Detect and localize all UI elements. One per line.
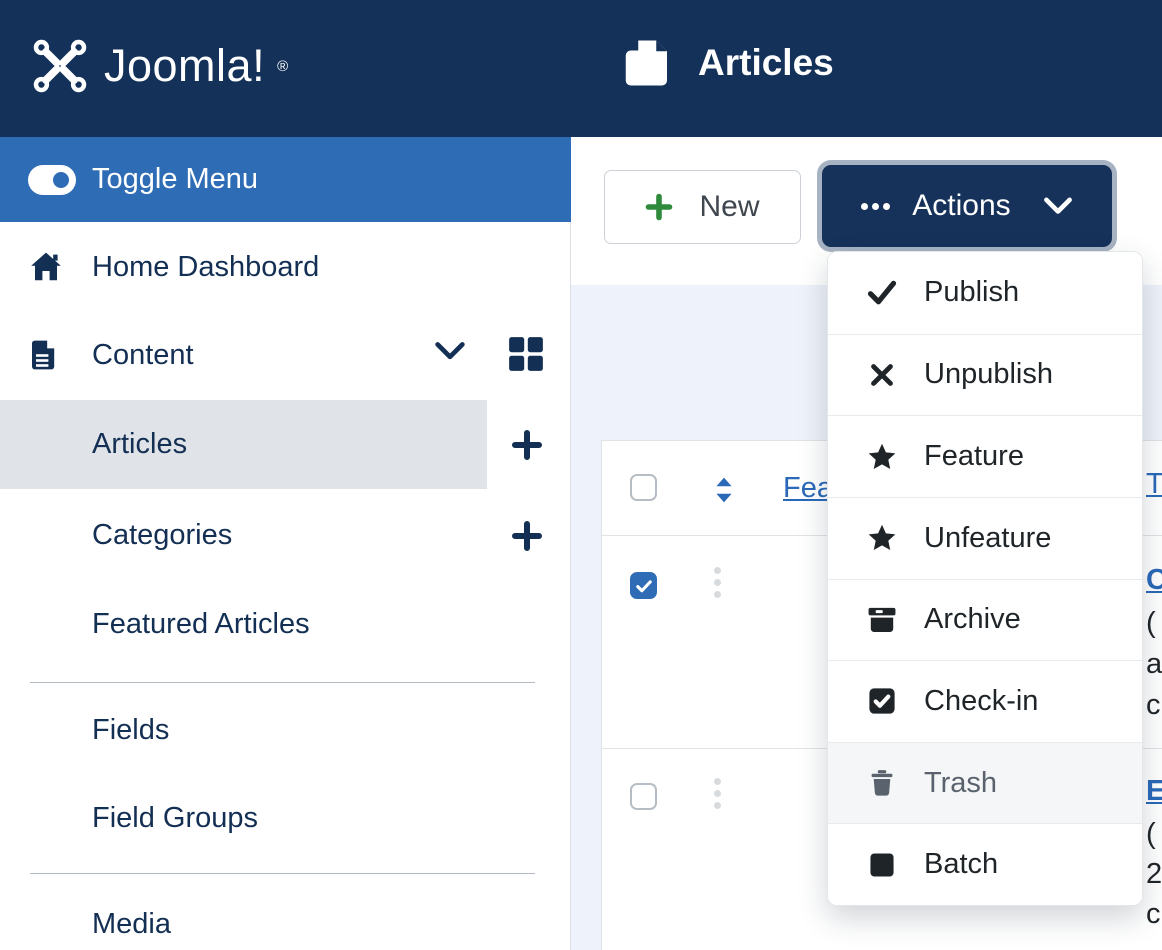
chevron-down-icon[interactable]: [434, 340, 466, 362]
sidebar-item-label: Media: [92, 907, 171, 940]
home-icon: [28, 251, 64, 283]
sidebar-divider: [30, 682, 535, 683]
toggle-menu-button[interactable]: Toggle Menu: [0, 137, 571, 222]
article-meta-fragment: c: [1146, 689, 1161, 721]
articles-copy-icon: [622, 38, 672, 88]
sidebar-item-articles[interactable]: Articles: [0, 400, 571, 488]
drag-handle[interactable]: [714, 567, 721, 598]
menu-item-unpublish[interactable]: Unpublish: [828, 333, 1142, 416]
chevron-down-icon: [1043, 196, 1073, 216]
column-header-featured[interactable]: Fea: [783, 472, 833, 505]
menu-item-archive[interactable]: Archive: [828, 578, 1142, 661]
star-icon: [866, 523, 898, 553]
x-icon: [866, 362, 898, 388]
ellipsis-icon: [861, 202, 891, 210]
sidebar-item-media[interactable]: Media: [0, 880, 571, 950]
add-category-plus-icon[interactable]: [511, 520, 543, 552]
sidebar-item-label: Featured Articles: [92, 607, 310, 640]
toggle-menu-label: Toggle Menu: [92, 163, 259, 195]
actions-button-label: Actions: [912, 189, 1011, 222]
sidebar-item-label: Articles: [92, 427, 188, 460]
add-article-plus-icon[interactable]: [511, 429, 543, 461]
menu-item-trash[interactable]: Trash: [828, 741, 1142, 824]
row-checkbox[interactable]: [630, 572, 657, 599]
sidebar-item-featured-articles[interactable]: Featured Articles: [0, 580, 571, 668]
article-meta-fragment: a: [1146, 648, 1162, 680]
star-icon: [866, 442, 898, 472]
sidebar-item-label: Categories: [92, 518, 233, 551]
column-header-title[interactable]: T: [1146, 468, 1162, 501]
brand-name: Joomla!: [104, 40, 266, 91]
actions-button[interactable]: Actions: [822, 165, 1112, 247]
article-meta-fragment: (: [1146, 818, 1156, 850]
toggle-switch-icon: [28, 165, 76, 195]
sidebar-item-field-groups[interactable]: Field Groups: [0, 774, 571, 862]
sidebar-item-fields[interactable]: Fields: [0, 686, 571, 774]
sidebar-item-label: Content: [92, 338, 194, 371]
sidebar-divider: [30, 873, 535, 874]
joomla-logo-icon: [28, 34, 92, 98]
trash-icon: [866, 768, 898, 798]
row-checkbox[interactable]: [630, 783, 657, 810]
article-title-link[interactable]: C: [1146, 564, 1162, 597]
sidebar-item-content[interactable]: Content: [0, 311, 571, 399]
sidebar-item-home-dashboard[interactable]: Home Dashboard: [0, 223, 571, 311]
new-button[interactable]: New: [604, 170, 801, 244]
sidebar: Toggle Menu Home Dashboard Content Artic…: [0, 137, 571, 950]
sort-icon[interactable]: [711, 476, 737, 504]
square-icon: [866, 851, 898, 879]
archive-icon: [866, 606, 898, 634]
app-header: Joomla! ® Articles: [0, 0, 1162, 137]
page-title-text: Articles: [698, 42, 834, 83]
article-meta-fragment: (: [1146, 607, 1156, 639]
check-icon: [866, 280, 898, 306]
menu-item-feature[interactable]: Feature: [828, 415, 1142, 497]
article-meta-fragment: 2: [1146, 858, 1162, 890]
article-meta-fragment: c: [1146, 898, 1161, 930]
article-title-link[interactable]: E: [1146, 775, 1162, 808]
registered-mark: ®: [277, 57, 289, 75]
document-icon: [28, 337, 60, 373]
actions-dropdown-menu: Publish Unpublish Feature Unfeature Arch…: [827, 251, 1143, 906]
brand[interactable]: Joomla! ®: [28, 34, 288, 98]
sidebar-item-label: Fields: [92, 713, 170, 746]
menu-item-unfeature[interactable]: Unfeature: [828, 496, 1142, 579]
sidebar-item-label: Home Dashboard: [92, 250, 320, 283]
check-square-icon: [866, 687, 898, 715]
drag-handle[interactable]: [714, 778, 721, 809]
new-button-label: New: [699, 190, 760, 223]
select-all-checkbox[interactable]: [630, 474, 657, 501]
grid-dashboard-icon[interactable]: [508, 336, 544, 372]
plus-icon: [645, 193, 673, 221]
sidebar-item-categories[interactable]: Categories: [0, 491, 571, 579]
menu-item-check-in[interactable]: Check-in: [828, 660, 1142, 742]
sidebar-item-label: Field Groups: [92, 801, 259, 834]
menu-item-publish[interactable]: Publish: [828, 252, 1142, 334]
page-title: Articles: [622, 38, 834, 88]
menu-item-batch[interactable]: Batch: [828, 823, 1142, 905]
